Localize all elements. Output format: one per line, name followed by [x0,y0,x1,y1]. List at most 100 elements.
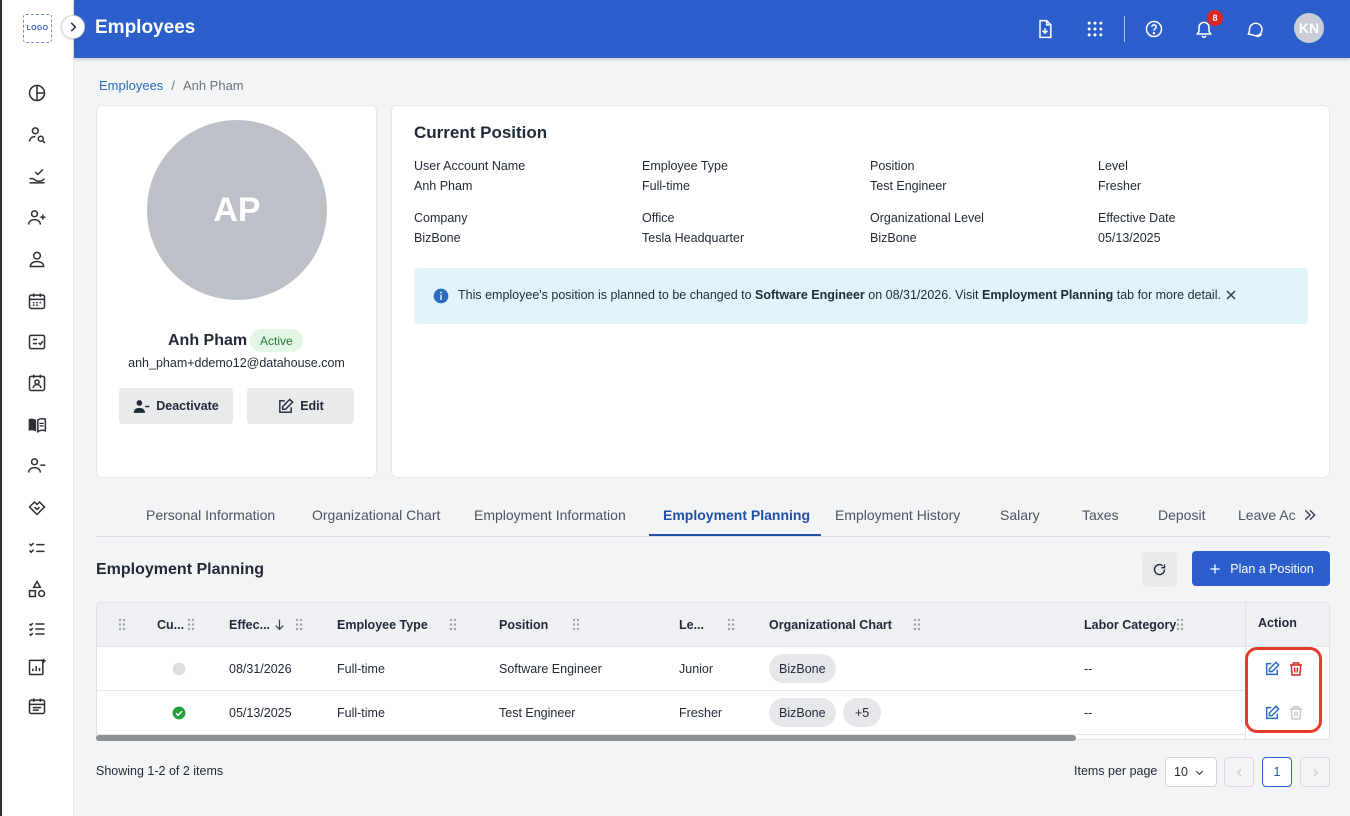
sidebar-collapse-button[interactable] [61,15,85,39]
breadcrumb-employees-link[interactable]: Employees [99,78,163,93]
cell-position: Software Engineer [499,662,602,676]
report-add-icon[interactable] [26,656,48,678]
table-header: Cu... Effec... Employee Type Position Le… [97,603,1329,647]
tabs-scroll-right-icon[interactable] [1302,507,1318,523]
table-row[interactable]: 05/13/2025 Full-time Test Engineer Fresh… [97,691,1329,735]
column-action: Action [1258,616,1297,630]
org-chart-chip: BizBone [769,698,836,727]
plan-position-button[interactable]: Plan a Position [1192,551,1330,586]
status-badge: Active [250,329,303,352]
field-label: Position [870,159,915,173]
next-page-button[interactable] [1300,757,1330,787]
handshake-icon[interactable] [26,496,48,518]
tab-organizational-chart[interactable]: Organizational Chart [312,507,440,523]
column-resize-icon[interactable] [1176,618,1184,631]
schedule-icon[interactable] [26,695,48,717]
action-header: Action [1246,603,1329,647]
current-position-card: Current Position User Account Name Anh P… [391,105,1330,478]
breadcrumb: Employees / Anh Pham [99,78,244,93]
shapes-icon[interactable] [26,578,48,600]
column-resize-icon[interactable] [449,618,457,631]
tab-taxes[interactable]: Taxes [1082,507,1119,523]
field-value: BizBone [870,231,917,245]
field-label: Level [1098,159,1128,173]
field-label: Office [642,211,675,225]
column-current[interactable]: Cu... [157,618,184,632]
breadcrumb-separator: / [171,78,175,93]
tab-personal-information[interactable]: Personal Information [146,507,275,523]
field-organizational-level: Organizational Level BizBone [870,211,1090,245]
user-search-icon[interactable] [26,124,48,146]
column-resize-icon[interactable] [913,618,921,631]
tab-leave-accrual[interactable]: Leave Ac [1238,507,1296,523]
more-orgs-chip[interactable]: +5 [843,698,882,727]
column-position[interactable]: Position [499,618,548,632]
chevron-right-icon [70,22,77,32]
refresh-button[interactable] [1142,552,1177,587]
export-file-icon[interactable] [1033,17,1057,41]
chevron-left-icon [1236,768,1241,776]
column-resize-icon[interactable] [295,618,303,631]
tab-deposit[interactable]: Deposit [1158,507,1205,523]
apps-grid-icon[interactable] [1083,17,1107,41]
items-per-page-select[interactable]: 10 [1165,757,1217,787]
ordered-list-icon[interactable] [26,618,48,640]
dashboard-icon[interactable] [26,82,48,104]
user-add-icon[interactable] [26,207,48,229]
tab-employment-history[interactable]: Employment History [835,507,960,523]
action-highlight-annotation [1245,647,1322,733]
help-icon[interactable] [1142,17,1166,41]
banner-new-position: Software Engineer [755,288,865,302]
field-value: Anh Pham [414,179,473,193]
tab-employment-planning[interactable]: Employment Planning [663,507,810,523]
chat-icon[interactable] [1243,17,1267,41]
field-label: User Account Name [414,159,526,173]
deactivate-label: Deactivate [156,399,219,413]
column-resize-icon[interactable] [187,618,195,631]
banner-text: This employee's position is planned to b… [458,288,1221,302]
page-title: Employees [95,17,196,38]
deactivate-button[interactable]: Deactivate [119,388,233,424]
cell-effective-date: 08/31/2026 [229,662,292,676]
cell-level: Fresher [679,706,723,720]
column-employee-type[interactable]: Employee Type [337,618,428,632]
column-resize-icon[interactable] [727,618,735,631]
planned-change-banner: This employee's position is planned to b… [414,268,1308,324]
employee-name: Anh Pham [168,332,248,349]
calendar-icon[interactable] [26,290,48,312]
column-level[interactable]: Le... [679,618,704,632]
employee-email: anh_pham+ddemo12@datahouse.com [128,356,345,370]
drag-handle-icon[interactable] [118,618,126,631]
page-1-button[interactable]: 1 [1262,757,1292,787]
prev-page-button[interactable] [1224,757,1254,787]
contact-card-icon[interactable] [26,372,48,394]
handbook-icon[interactable] [26,414,48,436]
pagination-summary: Showing 1-2 of 2 items [96,764,224,778]
task-list-icon[interactable] [26,537,48,559]
close-icon[interactable] [1225,289,1237,301]
tab-salary[interactable]: Salary [1000,507,1040,523]
user-avatar[interactable]: KN [1294,13,1324,43]
column-effective-date[interactable]: Effec... [229,618,270,632]
checklist-icon[interactable] [26,331,48,353]
hand-check-icon[interactable] [26,166,48,188]
field-label: Employee Type [642,159,728,173]
field-value: Full-time [642,179,690,193]
cell-labor-category: -- [1084,706,1093,720]
field-employee-type: Employee Type Full-time [642,159,862,193]
table-horizontal-scrollbar[interactable] [96,735,1076,741]
column-resize-icon[interactable] [572,618,580,631]
app-logo[interactable]: LOGO [23,14,52,43]
plus-icon [1210,563,1220,574]
column-organizational-chart[interactable]: Organizational Chart [769,618,892,632]
edit-profile-button[interactable]: Edit [247,388,354,424]
employment-planning-table: Cu... Effec... Employee Type Position Le… [96,602,1330,740]
field-level: Level Fresher [1098,159,1318,193]
cell-position: Test Engineer [499,706,576,720]
sort-descending-icon[interactable] [273,618,286,631]
table-row[interactable]: 08/31/2026 Full-time Software Engineer J… [97,647,1329,691]
tab-employment-information[interactable]: Employment Information [474,507,626,523]
column-labor-category[interactable]: Labor Category [1084,618,1176,632]
user-remove-icon[interactable] [26,455,48,477]
user-icon[interactable] [26,248,48,270]
